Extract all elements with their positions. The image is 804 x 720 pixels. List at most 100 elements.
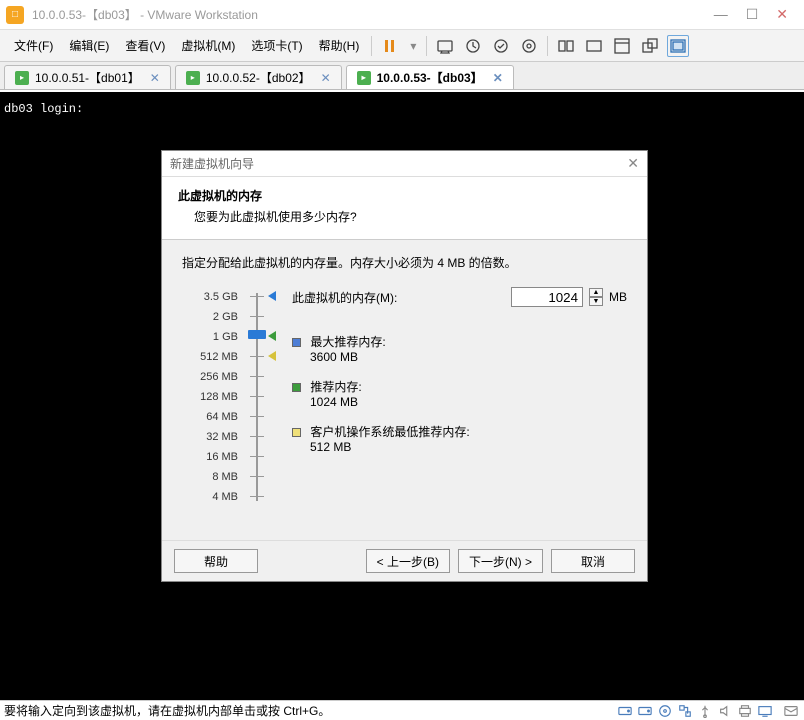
scale-label: 3.5 GB	[182, 287, 242, 307]
min-marker-icon	[268, 351, 276, 361]
tab-close-icon[interactable]: ✕	[493, 71, 503, 85]
scale-label: 512 MB	[182, 347, 242, 367]
vmware-icon: □	[6, 6, 24, 24]
titlebar: □ 10.0.0.53-【db03】 - VMware Workstation …	[0, 0, 804, 30]
menu-help[interactable]: 帮助(H)	[311, 33, 368, 58]
window-controls: — ☐ ✕	[714, 6, 798, 23]
menu-tabs[interactable]: 选项卡(T)	[243, 33, 310, 58]
snapshot-icon[interactable]	[462, 35, 484, 57]
menubar: 文件(F) 编辑(E) 查看(V) 虚拟机(M) 选项卡(T) 帮助(H) ▾	[0, 30, 804, 62]
vm-icon: ▸	[357, 71, 371, 85]
scale-label: 128 MB	[182, 387, 242, 407]
snapshot-manage-icon[interactable]	[518, 35, 540, 57]
power-dropdown-icon[interactable]: ▾	[407, 35, 419, 57]
memory-slider[interactable]	[242, 287, 276, 507]
spinner-down-icon[interactable]: ▼	[589, 297, 603, 306]
next-button[interactable]: 下一步(N) >	[458, 549, 543, 573]
divider	[426, 36, 427, 56]
display-icon[interactable]	[756, 703, 774, 719]
slider-tick	[250, 356, 264, 357]
rec-square-icon	[292, 383, 301, 392]
scale-label: 2 GB	[182, 307, 242, 327]
stretch-icon[interactable]	[583, 35, 605, 57]
statusbar: 要将输入定向到该虚拟机，请在虚拟机内部单击或按 Ctrl+G。	[0, 700, 804, 720]
tab-close-icon[interactable]: ✕	[321, 71, 331, 85]
memory-unit: MB	[609, 290, 627, 304]
window-close-button[interactable]: ✕	[776, 6, 788, 23]
tab-label: 10.0.0.51-【db01】	[35, 69, 140, 86]
dialog-body: 指定分配给此虚拟机的内存量。内存大小必须为 4 MB 的倍数。 3.5 GB 2…	[162, 240, 647, 540]
snapshot-revert-icon[interactable]	[490, 35, 512, 57]
printer-icon[interactable]	[736, 703, 754, 719]
menu-vm[interactable]: 虚拟机(M)	[173, 33, 243, 58]
tab-label: 10.0.0.52-【db02】	[206, 69, 311, 86]
divider	[371, 36, 372, 56]
send-ctrl-alt-del-icon[interactable]	[434, 35, 456, 57]
slider-thumb-icon[interactable]	[248, 330, 266, 339]
back-button[interactable]: < 上一步(B)	[366, 549, 450, 573]
tab-db02[interactable]: ▸ 10.0.0.52-【db02】 ✕	[175, 65, 342, 89]
pause-icon[interactable]	[379, 35, 401, 57]
recommended-marker-icon	[268, 331, 276, 341]
slider-tick	[250, 396, 264, 397]
tab-db03[interactable]: ▸ 10.0.0.53-【db03】 ✕	[346, 65, 514, 89]
usb-icon[interactable]	[696, 703, 714, 719]
message-icon[interactable]	[782, 703, 800, 719]
memory-value-input[interactable]	[511, 287, 583, 307]
unity-icon[interactable]	[639, 35, 661, 57]
slider-tick	[250, 456, 264, 457]
menu-view[interactable]: 查看(V)	[117, 33, 173, 58]
min-square-icon	[292, 428, 301, 437]
fullscreen-icon[interactable]	[611, 35, 633, 57]
memory-label: 此虚拟机的内存(M):	[292, 289, 397, 306]
slider-rail	[256, 293, 258, 501]
scale-label: 32 MB	[182, 427, 242, 447]
max-recommend-value: 3600 MB	[292, 350, 627, 364]
slider-tick	[250, 436, 264, 437]
dialog-footer: 帮助 < 上一步(B) 下一步(N) > 取消	[162, 540, 647, 581]
min-recommend-label: 客户机操作系统最低推荐内存:	[310, 425, 469, 439]
recommend-value: 1024 MB	[292, 395, 627, 409]
max-recommend-label: 最大推荐内存:	[310, 335, 385, 349]
new-vm-wizard-dialog: 新建虚拟机向导 ✕ 此虚拟机的内存 您要为此虚拟机使用多少内存? 指定分配给此虚…	[161, 150, 648, 582]
scale-label: 1 GB	[182, 327, 242, 347]
min-recommend-value: 512 MB	[292, 440, 627, 454]
help-button[interactable]: 帮助	[174, 549, 258, 573]
vm-icon: ▸	[186, 71, 200, 85]
dialog-subheading: 您要为此虚拟机使用多少内存?	[178, 208, 631, 225]
menu-file[interactable]: 文件(F)	[6, 33, 61, 58]
dialog-header: 此虚拟机的内存 您要为此虚拟机使用多少内存?	[162, 177, 647, 240]
minimize-button[interactable]: —	[714, 6, 728, 23]
recommend-label: 推荐内存:	[310, 380, 361, 394]
menu-edit[interactable]: 编辑(E)	[61, 33, 117, 58]
console-view-icon[interactable]	[667, 35, 689, 57]
thumbnail-icon[interactable]	[555, 35, 577, 57]
sound-icon[interactable]	[716, 703, 734, 719]
slider-tick	[250, 296, 264, 297]
slider-tick	[250, 496, 264, 497]
tab-db01[interactable]: ▸ 10.0.0.51-【db01】 ✕	[4, 65, 171, 89]
memory-instruction: 指定分配给此虚拟机的内存量。内存大小必须为 4 MB 的倍数。	[182, 254, 627, 271]
slider-tick	[250, 316, 264, 317]
tab-close-icon[interactable]: ✕	[150, 71, 160, 85]
console-text: db03 login:	[4, 102, 83, 116]
network-icon[interactable]	[676, 703, 694, 719]
cd-icon[interactable]	[656, 703, 674, 719]
tab-label: 10.0.0.53-【db03】	[377, 69, 483, 86]
dialog-close-icon[interactable]: ✕	[627, 155, 639, 172]
recommendations: 最大推荐内存: 3600 MB 推荐内存: 1024 MB 客户机操作系统最低推…	[292, 333, 627, 454]
memory-right-column: 此虚拟机的内存(M): ▲ ▼ MB 最大推荐内存: 3600 M	[276, 287, 627, 468]
hdd-icon[interactable]	[616, 703, 634, 719]
slider-tick	[250, 416, 264, 417]
hdd2-icon[interactable]	[636, 703, 654, 719]
spinner-up-icon[interactable]: ▲	[589, 288, 603, 297]
vm-icon: ▸	[15, 71, 29, 85]
status-icons	[616, 703, 800, 719]
maximize-button[interactable]: ☐	[746, 6, 759, 23]
cancel-button[interactable]: 取消	[551, 549, 635, 573]
window-title: 10.0.0.53-【db03】 - VMware Workstation	[32, 6, 714, 23]
status-text: 要将输入定向到该虚拟机，请在虚拟机内部单击或按 Ctrl+G。	[4, 702, 330, 719]
dialog-heading: 此虚拟机的内存	[178, 187, 631, 204]
memory-input-group: ▲ ▼ MB	[511, 287, 627, 307]
max-square-icon	[292, 338, 301, 347]
